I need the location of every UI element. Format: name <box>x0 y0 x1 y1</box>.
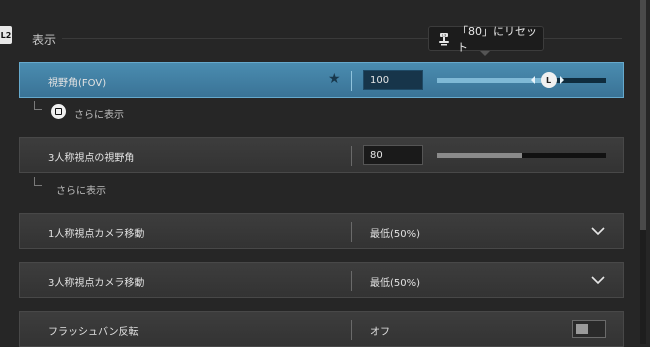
svg-text:L3: L3 <box>442 33 446 37</box>
fov-value-field[interactable]: 100 <box>363 70 423 90</box>
scrollbar[interactable] <box>640 0 646 344</box>
scrollbar-thumb[interactable] <box>640 0 646 230</box>
setting-label: 3人称視点カメラ移動 <box>48 278 145 289</box>
tp-fov-slider[interactable] <box>437 153 606 158</box>
slider-knob[interactable]: L <box>540 72 557 88</box>
toggle-thumb <box>576 324 588 334</box>
row-divider <box>351 320 352 340</box>
square-button-icon <box>51 104 66 119</box>
row-divider <box>351 271 352 291</box>
section-title: 表示 <box>32 33 57 47</box>
setting-row-tp-camera[interactable]: 3人称視点カメラ移動 最低(50%) <box>19 262 624 298</box>
arrow-left-icon <box>531 76 535 84</box>
tooltip-text: 「80」にリセット <box>457 24 537 54</box>
tp-fov-value-field[interactable]: 80 <box>363 145 423 165</box>
setting-row-fov[interactable]: 視野角(FOV) ★ 100 L <box>19 62 624 98</box>
tooltip-caret-icon <box>480 51 490 56</box>
setting-label: 3人称視点の視野角 <box>48 153 135 164</box>
row-divider <box>351 222 352 242</box>
setting-row-fp-camera[interactable]: 1人称視点カメラ移動 最低(50%) <box>19 213 624 249</box>
chevron-down-icon[interactable] <box>590 272 606 288</box>
row-divider <box>351 146 352 166</box>
fov-slider[interactable]: L <box>437 72 606 88</box>
l3-stick-icon: L3 <box>437 32 451 46</box>
show-more-link[interactable]: さらに表示 <box>56 182 106 197</box>
l2-shortcut-badge[interactable]: L2 <box>0 26 12 44</box>
tree-elbow-icon <box>34 177 42 186</box>
toggle-value: オフ <box>370 327 390 338</box>
setting-label: 視野角(FOV) <box>48 78 107 89</box>
star-icon[interactable]: ★ <box>328 71 341 87</box>
dropdown-value: 最低(50%) <box>370 229 421 240</box>
dropdown-value: 最低(50%) <box>370 278 421 289</box>
tree-elbow-icon <box>34 101 42 110</box>
show-more-link[interactable]: さらに表示 <box>74 106 124 121</box>
reset-tooltip: L3 「80」にリセット <box>428 25 544 54</box>
row-divider <box>351 71 352 91</box>
setting-label: 1人称視点カメラ移動 <box>48 229 145 240</box>
setting-label: フラッシュバン反転 <box>48 327 139 338</box>
setting-row-flashbang[interactable]: フラッシュバン反転 オフ <box>19 311 624 347</box>
arrow-right-icon <box>560 76 564 84</box>
setting-row-tp-fov[interactable]: 3人称視点の視野角 80 <box>19 137 624 173</box>
flashbang-toggle[interactable] <box>572 320 606 338</box>
chevron-down-icon[interactable] <box>590 223 606 239</box>
slider-fill <box>437 153 522 158</box>
